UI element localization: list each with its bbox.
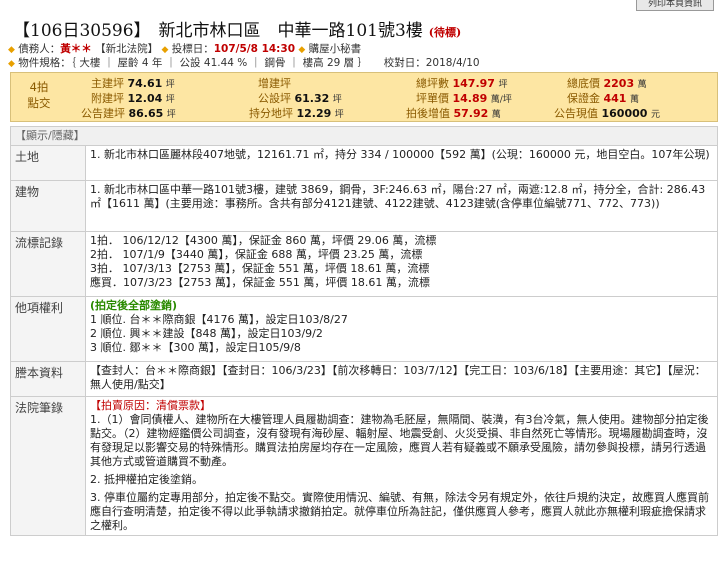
row-header-transcript: 謄本資料 bbox=[10, 361, 86, 397]
page-title: 【106日30596】 新北市林口區 中華一路101號3樓 (待標) bbox=[13, 16, 462, 41]
row-header-land: 土地 bbox=[10, 145, 86, 181]
list-item: 3拍． 107/3/13【2753 萬】，保証金 551 萬，坪價 18.61 … bbox=[90, 262, 430, 275]
property-address: 新北市林口區 中華一路101號3樓 bbox=[158, 21, 423, 41]
bullet-icon: ◆ bbox=[161, 45, 169, 55]
flow-records: 1拍． 106/12/12【4300 萬】，保証金 860 萬，坪價 29.06… bbox=[85, 231, 718, 297]
list-item: 3 順位. 鄒＊＊【300 萬】，設定日105/9/8 bbox=[90, 341, 301, 354]
public-area: 公設坪 61.32 坪 bbox=[258, 92, 342, 105]
rights-records: (拍定後全部塗銷) 1 順位. 台＊＊際商銀【4176 萬】，設定日103/8/… bbox=[85, 296, 718, 362]
list-item: 2 順位. 興＊＊建設【848 萬】，設定日103/9/2 bbox=[90, 327, 323, 340]
value-increase: 拍後增值 57.92 萬 bbox=[406, 107, 501, 120]
row-header-rights: 他項權利 bbox=[10, 296, 86, 362]
print-page-button[interactable]: 列印本頁資訊 bbox=[636, 0, 714, 11]
toggle-details-link[interactable]: 【顯示/隱藏】 bbox=[10, 126, 718, 146]
auction-reason: 【拍賣原因：清償票款】 bbox=[90, 399, 211, 412]
deposit: 保證金 441 萬 bbox=[567, 92, 639, 105]
total-area: 總坪數 147.97 坪 bbox=[416, 77, 508, 90]
info-line-2: ◆ 物件規格：｛ 大樓 ｜ 屋齡 4 年 ｜ 公設 41.44 % ｜ 鋼骨 ｜… bbox=[8, 55, 480, 70]
bid-date: 107/5/8 14:30 bbox=[213, 43, 295, 55]
list-item: 2拍． 107/1/9【3440 萬】，保証金 688 萬，坪價 23.25 萬… bbox=[90, 248, 423, 261]
land-area: 持分地坪 12.29 坪 bbox=[249, 107, 344, 120]
transcript-detail: 【查封人：台＊＊際商銀】【查封日：106/3/23】【前次移轉日：103/7/1… bbox=[85, 361, 718, 397]
court-name: 【新北法院】 bbox=[95, 43, 159, 55]
table-row: 法院筆錄 【拍賣原因：清償票款】 1.（1）會同債權人、建物所在大樓管理人員履勘… bbox=[10, 396, 718, 536]
unit-price: 坪單價 14.89 萬/坪 bbox=[416, 92, 512, 105]
row-header-notes: 法院筆錄 bbox=[10, 396, 86, 536]
table-row: 土地 1. 新北市林口區麗林段407地號，12161.71 ㎡，持分 334 /… bbox=[10, 145, 718, 181]
detail-table: 【顯示/隱藏】 土地 1. 新北市林口區麗林段407地號，12161.71 ㎡，… bbox=[10, 126, 718, 536]
info-line-1: ◆ 債務人：黃＊＊ 【新北法院】 ◆ 投標日：107/5/8 14:30 ◆ 購… bbox=[8, 43, 362, 55]
court-notes: 【拍賣原因：清償票款】 1.（1）會同債權人、建物所在大樓管理人員履勘調查：建物… bbox=[85, 396, 718, 536]
attached-area: 附建坪 12.04 坪 bbox=[91, 92, 175, 105]
bullet-icon: ◆ bbox=[8, 45, 15, 55]
added-area: 增建坪 bbox=[258, 77, 291, 90]
table-row: 他項權利 (拍定後全部塗銷) 1 順位. 台＊＊際商銀【4176 萬】，設定日1… bbox=[10, 296, 718, 362]
base-price: 總底價 2203 萬 bbox=[567, 77, 647, 90]
status-badge: (待標) bbox=[428, 26, 462, 39]
list-item: 3. 停車位屬約定專用部分，拍定後不點交。實際使用情況、編號、有無，除法令另有規… bbox=[90, 491, 709, 532]
rights-note: (拍定後全部塗銷) bbox=[90, 299, 178, 312]
table-row: 建物 1. 新北市林口區中華一路101號3樓，建號 3869，鋼骨，3F:246… bbox=[10, 180, 718, 232]
property-spec: 物件規格：｛ 大樓 ｜ 屋齡 4 年 ｜ 公設 41.44 % ｜ 鋼骨 ｜ 樓… bbox=[18, 57, 480, 69]
table-row: 謄本資料 【查封人：台＊＊際商銀】【查封日：106/3/23】【前次移轉日：10… bbox=[10, 361, 718, 397]
list-item: 1拍． 106/12/12【4300 萬】，保証金 860 萬，坪價 29.06… bbox=[90, 234, 437, 247]
list-item: 應買．107/3/23【2753 萬】，保証金 551 萬，坪價 18.61 萬… bbox=[90, 276, 430, 289]
debtor-name: 黃＊＊ bbox=[60, 43, 92, 55]
table-row: 流標記錄 1拍． 106/12/12【4300 萬】，保証金 860 萬，坪價 … bbox=[10, 231, 718, 297]
auction-round-label: 4拍 點交 bbox=[27, 80, 51, 110]
helper-link[interactable]: 購屋小秘書 bbox=[309, 43, 362, 55]
list-item: 2. 抵押權拍定後塗銷。 bbox=[90, 473, 203, 486]
summary-box: 4拍 點交 主建坪 74.61 坪 附建坪 12.04 坪 公告建坪 86.65… bbox=[10, 72, 718, 122]
building-detail: 1. 新北市林口區中華一路101號3樓，建號 3869，鋼骨，3F:246.63… bbox=[85, 180, 718, 232]
row-header-flow: 流標記錄 bbox=[10, 231, 86, 297]
main-area: 主建坪 74.61 坪 bbox=[91, 77, 175, 90]
list-item: 1 順位. 台＊＊際商銀【4176 萬】，設定日103/8/27 bbox=[90, 313, 348, 326]
row-header-building: 建物 bbox=[10, 180, 86, 232]
announced-value: 公告現值 160000 元 bbox=[554, 107, 660, 120]
list-item: 1.（1）會同債權人、建物所在大樓管理人員履勘調查：建物為毛胚屋，無隔間、裝潢，… bbox=[90, 413, 709, 468]
case-number: 【106日30596】 bbox=[13, 21, 151, 41]
land-detail: 1. 新北市林口區麗林段407地號，12161.71 ㎡，持分 334 / 10… bbox=[85, 145, 718, 181]
announced-area: 公告建坪 86.65 坪 bbox=[81, 107, 176, 120]
bullet-icon: ◆ bbox=[298, 45, 306, 55]
bullet-icon: ◆ bbox=[8, 59, 15, 69]
